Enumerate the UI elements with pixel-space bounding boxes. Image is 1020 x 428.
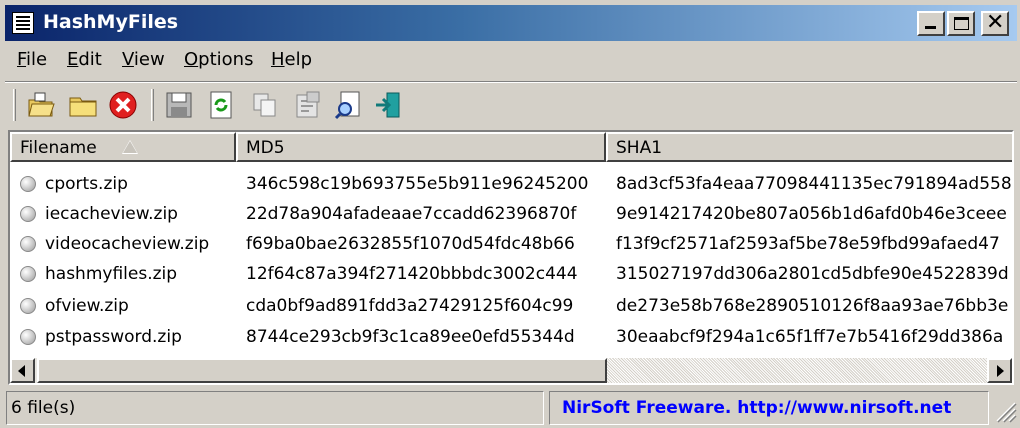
table-row[interactable]: cports.zip 346c598c19b693755e5b911e96245…: [10, 170, 1012, 200]
filename-cell: iecacheview.zip: [45, 204, 178, 224]
column-label-sha1: SHA1: [616, 138, 663, 158]
maximize-icon: [954, 17, 969, 30]
nirsoft-link[interactable]: NirSoft Freeware. http://www.nirsoft.net: [562, 398, 951, 418]
file-bullet-icon: [20, 266, 36, 282]
column-label-filename: Filename: [20, 138, 97, 158]
close-icon: ✕: [986, 10, 1005, 35]
table-row[interactable]: ofview.zip cda0bf9ad891fdd3a27429125f604…: [10, 292, 1012, 322]
filename-cell: pstpassword.zip: [45, 327, 182, 347]
menu-edit[interactable]: Edit: [67, 49, 102, 70]
sha1-cell: f13f9cf2571af2593af5be78e59fbd99afaed47: [616, 234, 1000, 254]
file-bullet-icon: [20, 329, 36, 345]
resize-grip-icon[interactable]: [993, 397, 1017, 423]
app-window: HashMyFiles ✕ File Edit View Options Hel…: [0, 0, 1020, 428]
properties-icon[interactable]: [291, 89, 323, 121]
column-header-sha1[interactable]: SHA1: [606, 132, 1012, 162]
md5-cell: 8744ce293cb9f3c1ca89ee0efd55344d: [246, 327, 575, 347]
arrow-right-icon: [997, 365, 1004, 377]
file-bullet-icon: [20, 206, 36, 222]
sha1-cell: 30eaabcf9f294a1c65f1ff7e7b5416f29dd386a: [616, 327, 1004, 347]
refresh-icon[interactable]: [205, 89, 237, 121]
save-icon[interactable]: [163, 89, 195, 121]
status-file-count: 6 file(s): [6, 391, 544, 425]
column-label-md5: MD5: [246, 138, 285, 158]
toolbar-grip[interactable]: [13, 89, 16, 121]
open-folder-icon[interactable]: [67, 89, 99, 121]
arrow-left-icon: [18, 365, 25, 377]
file-bullet-icon: [20, 176, 36, 192]
scroll-right-button[interactable]: [987, 358, 1012, 383]
table-row[interactable]: iecacheview.zip 22d78a904afadeaae7ccadd6…: [10, 200, 1012, 230]
menu-options[interactable]: Options: [184, 49, 253, 70]
table-row[interactable]: videocacheview.zip f69ba0bae2632855f1070…: [10, 230, 1012, 260]
menu-file[interactable]: File: [17, 49, 47, 70]
minimize-button[interactable]: [917, 11, 945, 36]
table-row[interactable]: pstpassword.zip 8744ce293cb9f3c1ca89ee0e…: [10, 323, 1012, 353]
status-credit[interactable]: NirSoft Freeware. http://www.nirsoft.net: [549, 391, 989, 425]
md5-cell: 12f64c87a394f271420bbbdc3002c444: [246, 264, 578, 284]
menu-help[interactable]: Help: [271, 49, 312, 70]
file-bullet-icon: [20, 236, 36, 252]
md5-cell: f69ba0bae2632855f1070d54fdc48b66: [246, 234, 575, 254]
menu-view[interactable]: View: [122, 49, 165, 70]
exit-icon[interactable]: [373, 89, 405, 121]
sha1-cell: 9e914217420be807a056b1d6afd0b46e3ceee: [616, 204, 1007, 224]
column-header-md5[interactable]: MD5: [236, 132, 606, 162]
toolbar-separator: [151, 89, 154, 121]
remove-icon[interactable]: [107, 89, 139, 121]
maximize-button[interactable]: [947, 11, 975, 36]
window-title: HashMyFiles: [43, 11, 179, 33]
filename-cell: cports.zip: [45, 174, 128, 194]
file-bullet-icon: [20, 298, 36, 314]
sha1-cell: de273e58b768e2890510126f8aa93ae76bb3e: [616, 296, 1009, 316]
md5-cell: cda0bf9ad891fdd3a27429125f604c99: [246, 296, 574, 316]
scroll-track[interactable]: [607, 358, 987, 383]
open-files-icon[interactable]: [25, 89, 57, 121]
md5-cell: 346c598c19b693755e5b911e96245200: [246, 174, 589, 194]
filename-cell: videocacheview.zip: [45, 234, 210, 254]
scroll-thumb[interactable]: [37, 358, 607, 383]
menu-bar: File Edit View Options Help: [5, 44, 1017, 78]
file-count-text: 6 file(s): [11, 398, 76, 418]
file-list[interactable]: Filename MD5 SHA1 cports.zip 346c598c19b…: [8, 130, 1014, 385]
table-row[interactable]: hashmyfiles.zip 12f64c87a394f271420bbbdc…: [10, 260, 1012, 290]
close-button[interactable]: ✕: [981, 10, 1009, 36]
horizontal-scrollbar[interactable]: [10, 358, 1012, 383]
title-bar[interactable]: HashMyFiles ✕: [5, 5, 1017, 41]
copy-icon[interactable]: [249, 89, 281, 121]
sha1-cell: 315027197dd306a2801cd5dbfe90e4522839d: [616, 264, 1009, 284]
md5-cell: 22d78a904afadeaae7ccadd62396870f: [246, 204, 577, 224]
toolbar: [5, 83, 1017, 127]
filename-cell: ofview.zip: [45, 296, 129, 316]
filename-cell: hashmyfiles.zip: [45, 264, 178, 284]
sha1-cell: 8ad3cf53fa4eaa77098441135ec791894ad558: [616, 174, 1012, 194]
app-icon: [12, 12, 34, 34]
column-header-filename[interactable]: Filename: [10, 132, 236, 162]
minimize-icon: [925, 26, 936, 29]
scroll-left-button[interactable]: [10, 358, 35, 383]
sort-ascending-icon: [122, 140, 138, 154]
find-icon[interactable]: [333, 89, 365, 121]
